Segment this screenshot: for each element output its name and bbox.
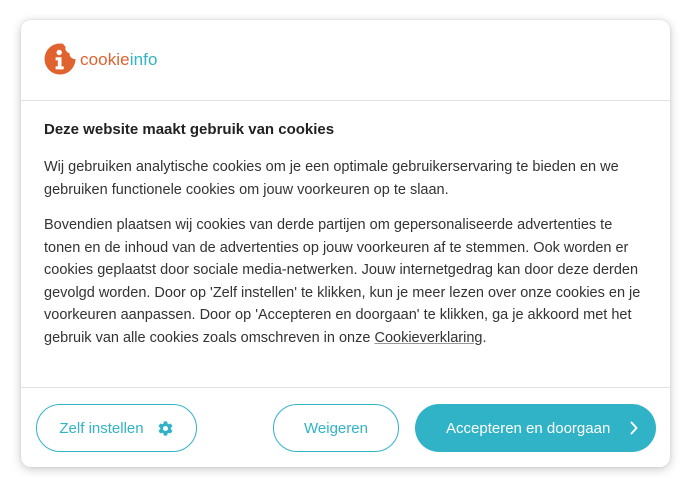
dialog-title: Deze website maakt gebruik van cookies [44,121,335,138]
cookie-statement-link[interactable]: Cookieverklaring [374,330,482,346]
details-paragraph-end: . [482,329,487,346]
logo-wordmark-cookie: cookie [80,49,130,69]
settings-button-label: Zelf instellen [59,419,144,437]
cookie-consent-dialog: cookieinfo Deze website maakt gebruik va… [21,20,670,467]
chevron-right-icon [630,421,638,435]
logo-wordmark: cookieinfo [80,51,158,68]
logo-wordmark-info: info [129,49,158,69]
settings-button[interactable]: Zelf instellen [36,404,197,452]
refuse-button-label: Weigeren [304,419,368,437]
dialog-body: Deze website maakt gebruik van cookies W… [21,101,670,388]
refuse-button[interactable]: Weigeren [273,404,399,452]
page: cookieinfo Deze website maakt gebruik va… [0,0,690,490]
accept-button-label: Accepteren en doorgaan [446,419,611,437]
intro-paragraph: Wij gebruiken analytische cookies om je … [44,159,619,198]
details-paragraph: Bovendien plaatsen wij cookies van derde… [44,214,647,349]
dialog-header: cookieinfo [21,20,670,101]
dialog-footer: Zelf instellen Weigeren Accepteren en do… [21,388,670,467]
gear-icon [158,420,172,436]
accept-button[interactable]: Accepteren en doorgaan [415,404,656,452]
details-paragraph-text: Bovendien plaatsen wij cookies van derde… [44,217,641,346]
cookieinfo-logo: cookieinfo [43,42,158,76]
cookie-info-icon [44,43,76,75]
